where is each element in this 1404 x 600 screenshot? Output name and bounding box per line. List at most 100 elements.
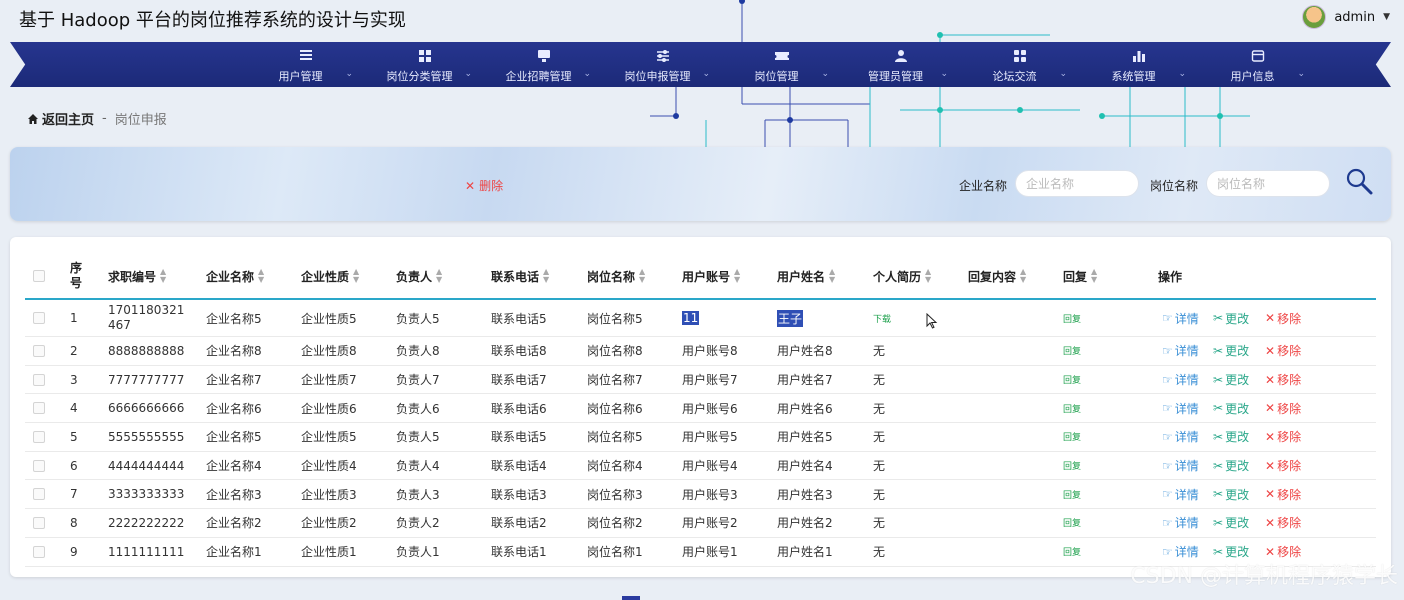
close-icon: ✕ — [1265, 372, 1276, 387]
view-detail-button[interactable]: ☞ 详情 — [1162, 337, 1199, 365]
nav-item-forum[interactable]: 论坛交流 ⌄ — [960, 42, 1079, 87]
nav-item-job-category[interactable]: 岗位分类管理 ⌄ — [365, 42, 484, 87]
cell-username: 用户姓名2 — [777, 516, 833, 531]
edit-button[interactable]: ✂ 更改 — [1213, 509, 1249, 537]
cell-username: 用户姓名5 — [777, 430, 833, 445]
close-icon: ✕ — [1265, 343, 1276, 358]
list-icon — [246, 49, 365, 63]
edit-button[interactable]: ✂ 更改 — [1213, 337, 1249, 365]
remove-button[interactable]: ✕ 移除 — [1265, 452, 1301, 480]
edit-button[interactable]: ✂ 更改 — [1213, 394, 1249, 422]
nav-item-admin-management[interactable]: 管理员管理 ⌄ — [841, 42, 960, 87]
user-menu[interactable]: admin ▼ — [1302, 5, 1390, 29]
header-resume[interactable]: 个人简历 ▲ ▼ — [873, 254, 931, 298]
search-icon[interactable] — [1345, 167, 1373, 195]
remove-button[interactable]: ✕ 移除 — [1265, 394, 1301, 422]
remove-button[interactable]: ✕ 移除 — [1265, 423, 1301, 451]
user-name[interactable]: admin — [1334, 10, 1375, 25]
row-checkbox[interactable] — [33, 480, 45, 508]
nav-label: 论坛交流 — [992, 70, 1037, 83]
reply-link[interactable]: 回复 — [1063, 452, 1081, 480]
remove-button[interactable]: ✕ 移除 — [1265, 337, 1301, 365]
table-row[interactable]: 4 6666666666 企业名称6 企业性质6 负责人6 联系电话6 岗位名称… — [25, 394, 1376, 424]
cell-account: 用户账号6 — [682, 401, 738, 416]
header-nature[interactable]: 企业性质 ▲ ▼ — [301, 254, 359, 298]
job-name-input[interactable] — [1206, 170, 1330, 197]
reply-link[interactable]: 回复 — [1063, 480, 1081, 508]
table-row[interactable]: 5 5555555555 企业名称5 企业性质5 负责人5 联系电话5 岗位名称… — [25, 423, 1376, 452]
header-reply-content[interactable]: 回复内容 ▲ ▼ — [968, 254, 1026, 298]
tools-icon: ✂ — [1213, 343, 1224, 358]
breadcrumb-home[interactable]: 返回主页 — [27, 109, 94, 128]
view-detail-button[interactable]: ☞ 详情 — [1162, 423, 1199, 451]
caret-down-icon[interactable]: ▼ — [1383, 12, 1390, 22]
header-apply-no[interactable]: 求职编号 ▲ ▼ — [108, 254, 166, 298]
edit-button[interactable]: ✂ 更改 — [1213, 452, 1249, 480]
edit-button[interactable]: ✂ 更改 — [1213, 480, 1249, 508]
edit-button[interactable]: ✂ 更改 — [1213, 300, 1249, 336]
header-company[interactable]: 企业名称 ▲ ▼ — [206, 254, 264, 298]
row-checkbox[interactable] — [33, 509, 45, 537]
view-detail-button[interactable]: ☞ 详情 — [1162, 452, 1199, 480]
header-job[interactable]: 岗位名称 ▲ ▼ — [587, 254, 645, 298]
reply-link[interactable]: 回复 — [1063, 366, 1081, 394]
table-header: 序号 求职编号 ▲ ▼ 企业名称 ▲ ▼ 企业性质 ▲ ▼ 负责人 ▲ ▼ 联系电话 ▲ ▼ 岗位名… — [25, 254, 1376, 300]
nav-item-system-management[interactable]: 系统管理 ⌄ — [1079, 42, 1198, 87]
table-row[interactable]: 3 7777777777 企业名称7 企业性质7 负责人7 联系电话7 岗位名称… — [25, 366, 1376, 395]
delete-button[interactable]: ✕ 删除 — [465, 177, 503, 194]
view-detail-button[interactable]: ☞ 详情 — [1162, 509, 1199, 537]
nav-item-user-info[interactable]: 用户信息 ⌄ — [1198, 42, 1317, 87]
header-account[interactable]: 用户账号 ▲ ▼ — [682, 254, 740, 298]
cell-apply-no: 3333333333 — [108, 487, 185, 502]
select-all-checkbox[interactable] — [33, 254, 45, 298]
reply-link[interactable]: 回复 — [1063, 337, 1081, 365]
row-checkbox[interactable] — [33, 423, 45, 451]
reply-link[interactable]: 回复 — [1063, 538, 1081, 566]
table-row[interactable]: 8 2222222222 企业名称2 企业性质2 负责人2 联系电话2 岗位名称… — [25, 509, 1376, 538]
table-row[interactable]: 7 3333333333 企业名称3 企业性质3 负责人3 联系电话3 岗位名称… — [25, 480, 1376, 510]
row-checkbox[interactable] — [33, 538, 45, 566]
header-username[interactable]: 用户姓名 ▲ ▼ — [777, 254, 835, 298]
row-checkbox[interactable] — [33, 394, 45, 422]
reply-link[interactable]: 回复 — [1063, 423, 1081, 451]
close-icon: ✕ — [1265, 311, 1276, 325]
reply-link[interactable]: 回复 — [1063, 300, 1081, 336]
view-detail-button[interactable]: ☞ 详情 — [1162, 300, 1199, 336]
cell-owner: 负责人7 — [396, 373, 440, 388]
header-reply[interactable]: 回复 ▲ ▼ — [1063, 254, 1097, 298]
view-detail-button[interactable]: ☞ 详情 — [1162, 394, 1199, 422]
view-detail-button[interactable]: ☞ 详情 — [1162, 366, 1199, 394]
table-row[interactable]: 6 4444444444 企业名称4 企业性质4 负责人4 联系电话4 岗位名称… — [25, 452, 1376, 481]
row-checkbox[interactable] — [33, 337, 45, 365]
row-checkbox[interactable] — [33, 366, 45, 394]
hand-pointer-icon: ☞ — [1162, 458, 1173, 473]
nav-item-job-application[interactable]: 岗位申报管理 ⌄ — [603, 42, 722, 87]
nav-item-recruitment[interactable]: 企业招聘管理 ⌄ — [484, 42, 603, 87]
cell-account: 11 — [682, 300, 700, 336]
cell-account: 用户账号1 — [682, 545, 738, 560]
remove-button[interactable]: ✕ 移除 — [1265, 300, 1301, 336]
edit-button[interactable]: ✂ 更改 — [1213, 423, 1249, 451]
table-row[interactable]: 2 8888888888 企业名称8 企业性质8 负责人8 联系电话8 岗位名称… — [25, 337, 1376, 366]
row-checkbox[interactable] — [33, 452, 45, 480]
remove-button[interactable]: ✕ 移除 — [1265, 480, 1301, 508]
avatar[interactable] — [1302, 5, 1327, 29]
header-owner[interactable]: 负责人 ▲ ▼ — [396, 254, 442, 298]
pagination-indicator[interactable] — [622, 596, 640, 600]
nav-item-job-management[interactable]: 岗位管理 ⌄ — [722, 42, 841, 87]
resume-download-link[interactable]: 下载 — [873, 300, 891, 336]
cell-owner: 负责人5 — [396, 311, 440, 326]
row-checkbox[interactable] — [33, 300, 45, 336]
reply-link[interactable]: 回复 — [1063, 509, 1081, 537]
company-name-input[interactable] — [1015, 170, 1139, 197]
nav-item-user-management[interactable]: 用户管理 ⌄ — [246, 42, 365, 87]
edit-button[interactable]: ✂ 更改 — [1213, 366, 1249, 394]
remove-button[interactable]: ✕ 移除 — [1265, 509, 1301, 537]
breadcrumb-home-label[interactable]: 返回主页 — [42, 109, 94, 128]
ticket-icon — [722, 49, 841, 63]
table-row[interactable]: 1 1701180321467 企业名称5 企业性质5 负责人5 联系电话5 岗… — [25, 300, 1376, 337]
view-detail-button[interactable]: ☞ 详情 — [1162, 480, 1199, 508]
reply-link[interactable]: 回复 — [1063, 394, 1081, 422]
header-phone[interactable]: 联系电话 ▲ ▼ — [491, 254, 549, 298]
remove-button[interactable]: ✕ 移除 — [1265, 366, 1301, 394]
